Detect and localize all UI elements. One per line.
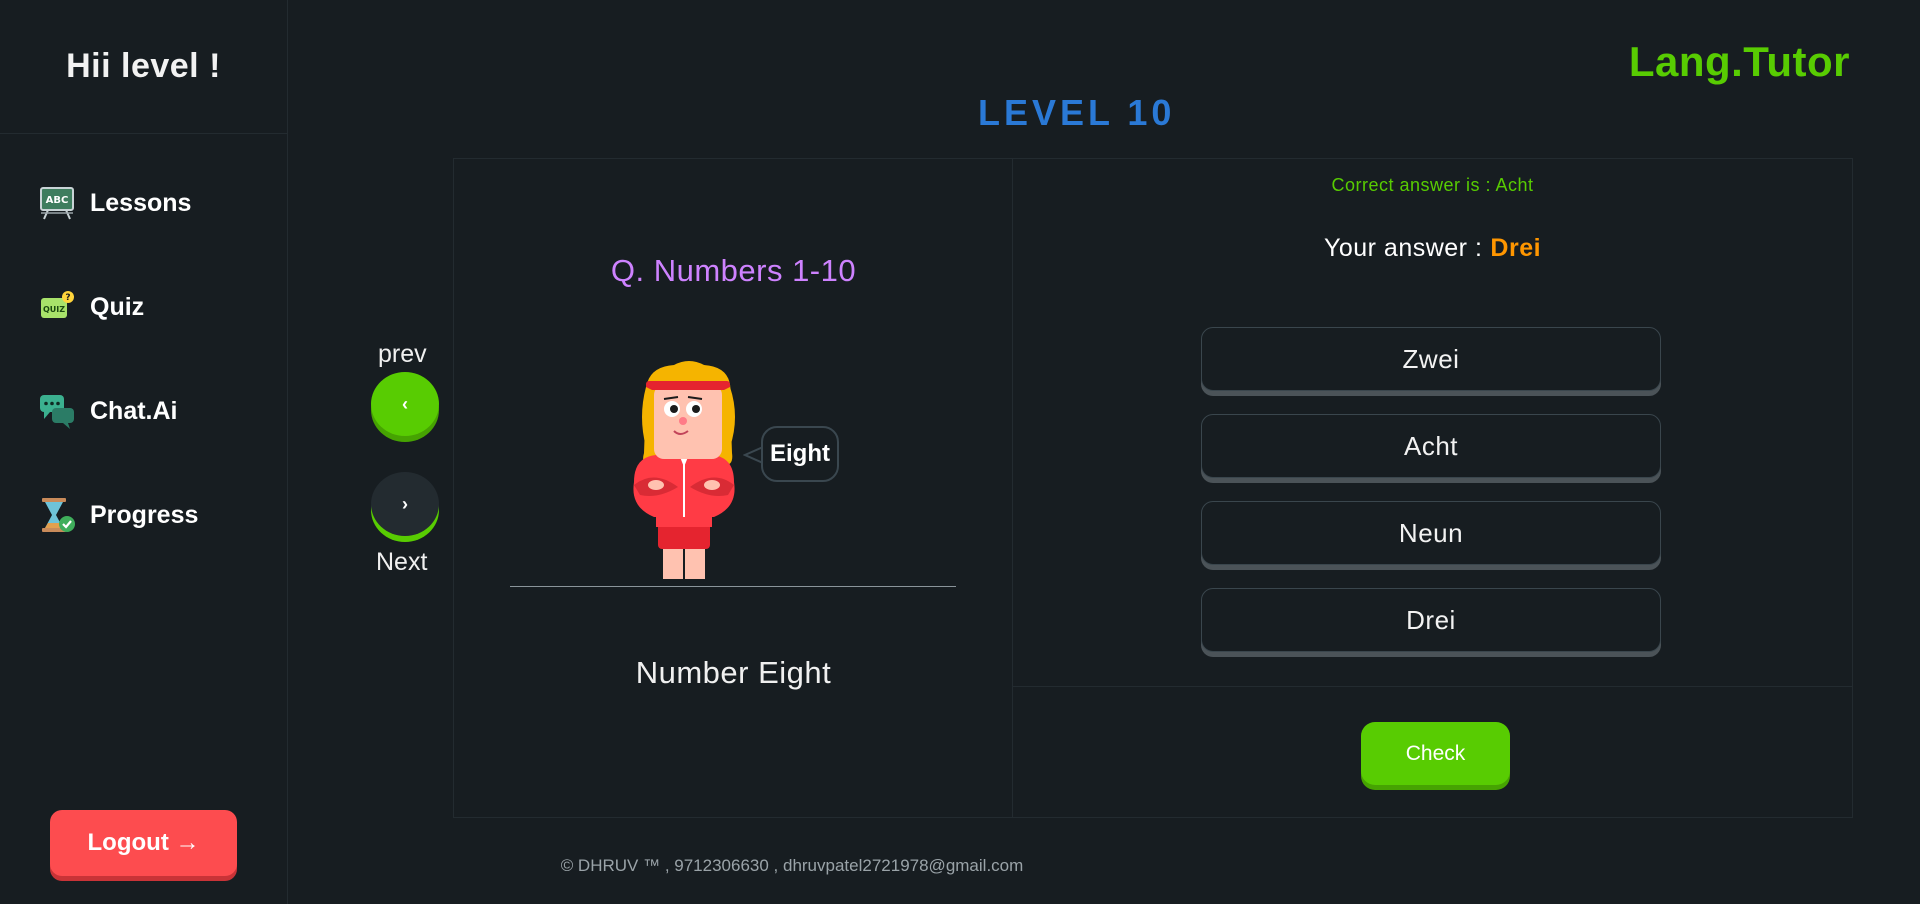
correct-answer-text: Correct answer is : Acht xyxy=(1331,175,1534,195)
answer-option[interactable]: Acht xyxy=(1201,414,1661,478)
level-title: LEVEL 10 xyxy=(978,92,1176,133)
chevron-left-icon: ‹ xyxy=(402,393,408,414)
prev-button[interactable]: ‹ xyxy=(371,372,439,436)
sidebar-item-quiz[interactable]: QUIZ ? Quiz xyxy=(38,288,144,326)
sidebar-item-progress[interactable]: Progress xyxy=(38,496,198,534)
answer-option[interactable]: Zwei xyxy=(1201,327,1661,391)
sidebar-header: Hii level ! xyxy=(0,0,287,134)
answer-option[interactable]: Drei xyxy=(1201,588,1661,652)
divider xyxy=(510,586,956,587)
prev-label: prev xyxy=(378,340,427,368)
chat-bubbles-icon xyxy=(38,392,76,430)
answer-option[interactable]: Neun xyxy=(1201,501,1661,565)
next-button[interactable]: › xyxy=(371,472,439,536)
svg-text:?: ? xyxy=(65,293,70,303)
sidebar: Hii level ! ABC Lessons QUIZ ? Quiz Chat… xyxy=(0,0,288,904)
lesson-board-icon: ABC xyxy=(38,184,76,222)
sidebar-item-label: Progress xyxy=(90,500,199,529)
svg-text:QUIZ: QUIZ xyxy=(43,305,65,314)
hourglass-check-icon xyxy=(38,496,76,534)
quiz-icon: QUIZ ? xyxy=(38,288,76,326)
your-answer-line: Your answer : Drei xyxy=(1013,234,1852,263)
svg-text:ABC: ABC xyxy=(46,195,69,206)
sidebar-item-label: Quiz xyxy=(90,292,145,321)
logout-button[interactable]: Logout → xyxy=(50,810,237,876)
sidebar-item-chat-ai[interactable]: Chat.Ai xyxy=(38,392,178,430)
footer-text: © DHRUV ™ , 9712306630 , dhruvpatel27219… xyxy=(560,856,1024,875)
chevron-right-icon: › xyxy=(402,493,408,514)
question-caption: Number Eight xyxy=(635,655,832,690)
question-title: Q. Numbers 1-10 xyxy=(610,253,857,288)
quiz-panel: Q. Numbers 1-10 Eight Number Eight Corre… xyxy=(453,158,1853,818)
next-label: Next xyxy=(376,548,428,576)
answer-pane: Correct answer is : Acht Your answer : Dr… xyxy=(1013,159,1852,817)
answer-options-area: Correct answer is : Acht Your answer : Dr… xyxy=(1013,159,1852,687)
check-button[interactable]: Check xyxy=(1361,722,1510,785)
sidebar-item-label: Lessons xyxy=(90,188,192,217)
your-answer-value: Drei xyxy=(1490,234,1542,262)
your-answer-label: Your answer : xyxy=(1323,234,1483,262)
sidebar-item-lessons[interactable]: ABC Lessons xyxy=(38,184,191,222)
greeting-text: Hii level ! xyxy=(66,47,221,85)
speech-bubble: Eight xyxy=(761,426,839,482)
sidebar-item-label: Chat.Ai xyxy=(90,396,178,425)
question-pane: Q. Numbers 1-10 Eight Number Eight xyxy=(454,159,1013,817)
brand-logo-text[interactable]: Lang.Tutor xyxy=(1629,38,1850,86)
